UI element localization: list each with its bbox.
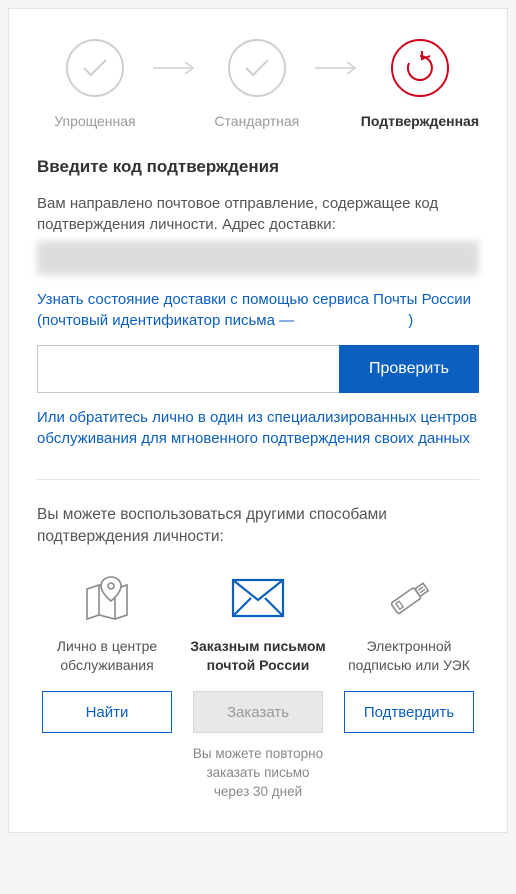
confirmation-code-input[interactable] (37, 345, 339, 393)
find-center-button[interactable]: Найти (42, 691, 172, 733)
arrow-icon (315, 61, 361, 75)
code-input-row: Проверить (37, 345, 479, 393)
tracking-id-redacted (298, 314, 408, 328)
confirm-esig-button[interactable]: Подтвердить (344, 691, 474, 733)
alt-methods-heading: Вы можете воспользоваться другими способ… (37, 504, 479, 547)
step-label: Упрощенная (54, 113, 135, 129)
option-label: Заказным письмом почтой России (188, 637, 328, 677)
check-icon (66, 39, 124, 97)
option-label: Лично в центре обслуживания (37, 637, 177, 677)
usb-key-icon (381, 573, 437, 623)
step-simplified: Упрощенная (37, 39, 153, 129)
delivery-address-redacted (37, 241, 479, 275)
order-letter-button: Заказать (193, 691, 323, 733)
step-confirmed: Подтвержденная (361, 39, 479, 129)
option-mail: Заказным письмом почтой России Заказать … (188, 573, 328, 802)
option-esignature: Электронной подписью или УЭК Подтвердить (339, 573, 479, 802)
option-center: Лично в центре обслуживания Найти (37, 573, 177, 802)
arrow-icon (153, 61, 199, 75)
progress-steps: Упрощенная Стандартная Подтвержденная (37, 39, 479, 129)
step-label: Подтвержденная (361, 113, 479, 129)
option-label: Электронной подписью или УЭК (339, 637, 479, 677)
check-button[interactable]: Проверить (339, 345, 479, 393)
envelope-icon (231, 573, 285, 623)
reorder-note: Вы можете повторно заказать письмо через… (188, 745, 328, 802)
step-standard: Стандартная (199, 39, 315, 129)
service-centers-link[interactable]: Или обратитесь лично в один из специализ… (37, 407, 479, 449)
verification-card: Упрощенная Стандартная Подтвержденная Вв… (8, 8, 508, 833)
tracking-link-text-end: ) (408, 312, 413, 329)
intro-text: Вам направлено почтовое отправление, сод… (37, 193, 479, 235)
check-icon (228, 39, 286, 97)
step-label: Стандартная (214, 113, 299, 129)
tracking-link[interactable]: Узнать состояние доставки с помощью серв… (37, 289, 479, 331)
map-pin-icon (81, 573, 133, 623)
verification-options: Лично в центре обслуживания Найти Заказн… (37, 573, 479, 802)
page-title: Введите код подтверждения (37, 157, 479, 177)
divider (37, 479, 479, 480)
refresh-icon (391, 39, 449, 97)
